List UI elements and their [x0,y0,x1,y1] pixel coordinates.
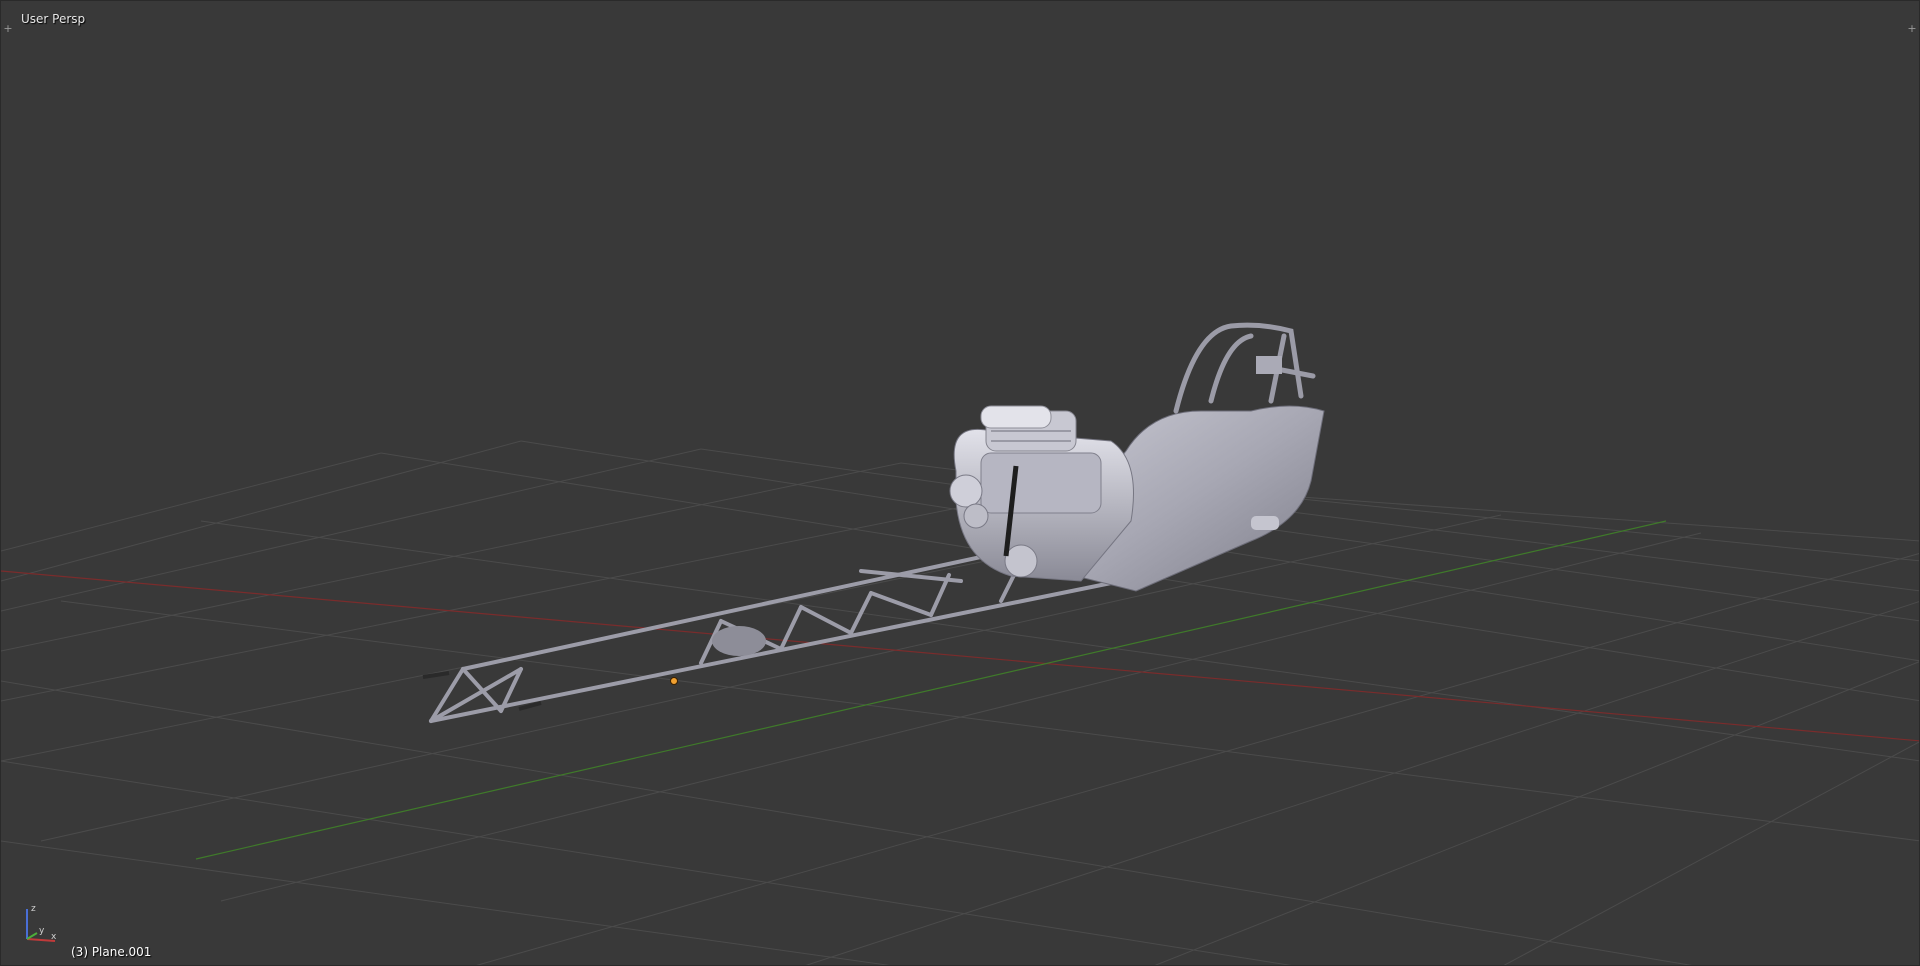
view-label: User Persp [21,12,86,26]
supercharger [980,405,1077,452]
object-origin[interactable] [670,677,678,685]
3d-viewport[interactable]: User Persp + + z y x (3) Plane.001 [0,0,1920,966]
x-axis-line [1,570,1919,742]
axis-z-label: z [31,904,36,914]
dragster-model[interactable] [422,322,1325,723]
fuel-tank [712,626,766,656]
axis-x-label: x [51,932,57,942]
plus-icon[interactable]: + [1907,23,1917,34]
active-object-info: (3) Plane.001 [71,945,152,959]
axes-orientation-widget: z y x [26,904,57,942]
plus-icon[interactable]: + [3,23,13,34]
axis-y-label: y [39,926,45,936]
roll-cage [1173,322,1316,414]
viewport-scene[interactable] [1,1,1920,966]
